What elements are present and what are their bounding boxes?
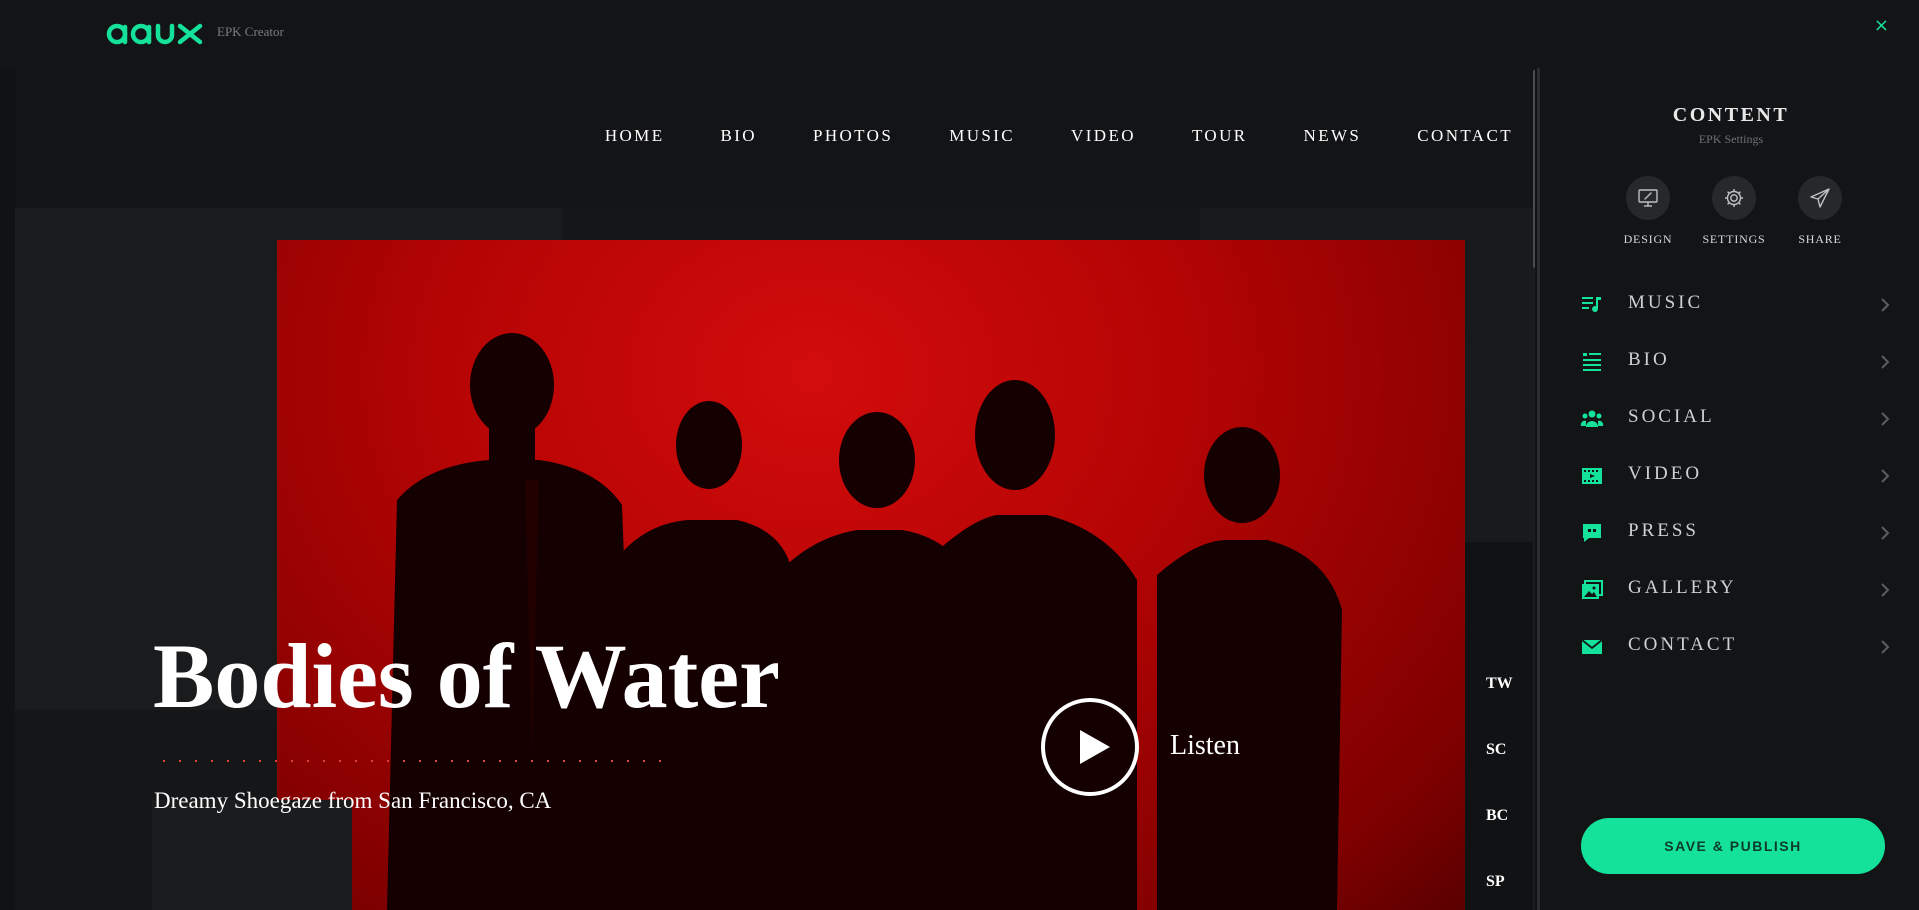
sidebar-item-contact[interactable]: CONTACT — [1580, 627, 1890, 667]
band-tagline: Dreamy Shoegaze from San Francisco, CA — [154, 788, 552, 813]
music-list-icon — [1582, 297, 1601, 313]
play-icon — [1080, 730, 1110, 764]
nav-video[interactable]: VIDEO — [1071, 126, 1136, 146]
play-button[interactable] — [1041, 698, 1139, 796]
sidebar-item-label: BIO — [1628, 349, 1670, 370]
image-icon — [1582, 580, 1603, 599]
share-tool-label: SHARE — [1798, 232, 1842, 246]
sidebar-item-video[interactable]: VIDEO — [1580, 456, 1890, 496]
save-publish-button[interactable]: SAVE & PUBLISH — [1581, 818, 1885, 874]
social-link-sc[interactable]: SC — [1486, 741, 1506, 759]
envelope-icon — [1581, 639, 1603, 654]
film-icon — [1582, 468, 1602, 484]
chevron-right-icon — [1881, 526, 1890, 540]
chevron-right-icon — [1881, 469, 1890, 483]
nav-news[interactable]: NEWS — [1304, 126, 1362, 146]
sidebar-item-label: GALLERY — [1628, 577, 1737, 598]
social-link-tw[interactable]: TW — [1486, 675, 1513, 693]
quote-bubble-icon — [1583, 524, 1601, 542]
chevron-right-icon — [1881, 583, 1890, 597]
listen-link[interactable]: Listen — [1170, 730, 1240, 762]
sidebar-item-social[interactable]: SOCIAL — [1580, 399, 1890, 439]
sidebar-title: CONTENT — [1672, 104, 1790, 126]
sidebar-item-music[interactable]: MUSIC — [1580, 285, 1890, 325]
design-tool-label: DESIGN — [1623, 232, 1673, 246]
nav-bio[interactable]: BIO — [720, 126, 756, 146]
content-sidebar: CONTENT EPK Settings DESIGN SETTINGS SHA… — [1537, 68, 1919, 910]
sidebar-item-label: SOCIAL — [1628, 406, 1715, 427]
sidebar-item-label: MUSIC — [1628, 292, 1704, 313]
sidebar-item-label: VIDEO — [1628, 463, 1703, 484]
aaux-logo[interactable] — [106, 18, 206, 46]
chevron-right-icon — [1881, 355, 1890, 369]
nav-contact[interactable]: CONTACT — [1417, 126, 1513, 146]
social-link-sp[interactable]: SP — [1486, 873, 1505, 891]
sidebar-item-gallery[interactable]: GALLERY — [1580, 570, 1890, 610]
sidebar-item-press[interactable]: PRESS — [1580, 513, 1890, 553]
close-icon[interactable]: × — [1874, 15, 1889, 36]
monitor-icon — [1638, 189, 1658, 207]
dotted-divider — [156, 760, 661, 762]
chevron-right-icon — [1881, 412, 1890, 426]
band-name-title: Bodies of Water — [153, 625, 780, 727]
social-link-bc[interactable]: BC — [1486, 807, 1508, 825]
nav-music[interactable]: MUSIC — [949, 126, 1015, 146]
nav-photos[interactable]: PHOTOS — [813, 126, 893, 146]
chevron-right-icon — [1881, 640, 1890, 654]
epk-preview: HOME BIO PHOTOS MUSIC VIDEO TOUR NEWS CO… — [15, 68, 1535, 910]
sidebar-item-bio[interactable]: BIO — [1580, 342, 1890, 382]
preview-scrollbar[interactable] — [1533, 70, 1535, 910]
top-bar: EPK Creator × — [0, 0, 1919, 68]
site-nav: HOME BIO PHOTOS MUSIC VIDEO TOUR NEWS CO… — [15, 68, 1535, 208]
share-tool-button[interactable]: SHARE — [1780, 176, 1860, 247]
app-subtitle: EPK Creator — [217, 24, 284, 39]
sidebar-subtitle: EPK Settings — [1698, 132, 1764, 146]
design-tool-button[interactable]: DESIGN — [1608, 176, 1688, 247]
chevron-right-icon — [1881, 298, 1890, 312]
scroll-thumb[interactable] — [1533, 70, 1535, 268]
nav-home[interactable]: HOME — [605, 126, 665, 146]
nav-tour[interactable]: TOUR — [1192, 126, 1248, 146]
bio-list-icon — [1583, 353, 1601, 371]
title-backdrop — [152, 800, 352, 910]
people-icon — [1580, 410, 1604, 427]
gear-icon — [1725, 189, 1743, 207]
sidebar-item-label: CONTACT — [1628, 634, 1738, 655]
settings-tool-label: SETTINGS — [1702, 232, 1766, 246]
sidebar-item-label: PRESS — [1628, 520, 1699, 541]
paper-plane-icon — [1810, 188, 1830, 208]
settings-tool-button[interactable]: SETTINGS — [1694, 176, 1774, 247]
